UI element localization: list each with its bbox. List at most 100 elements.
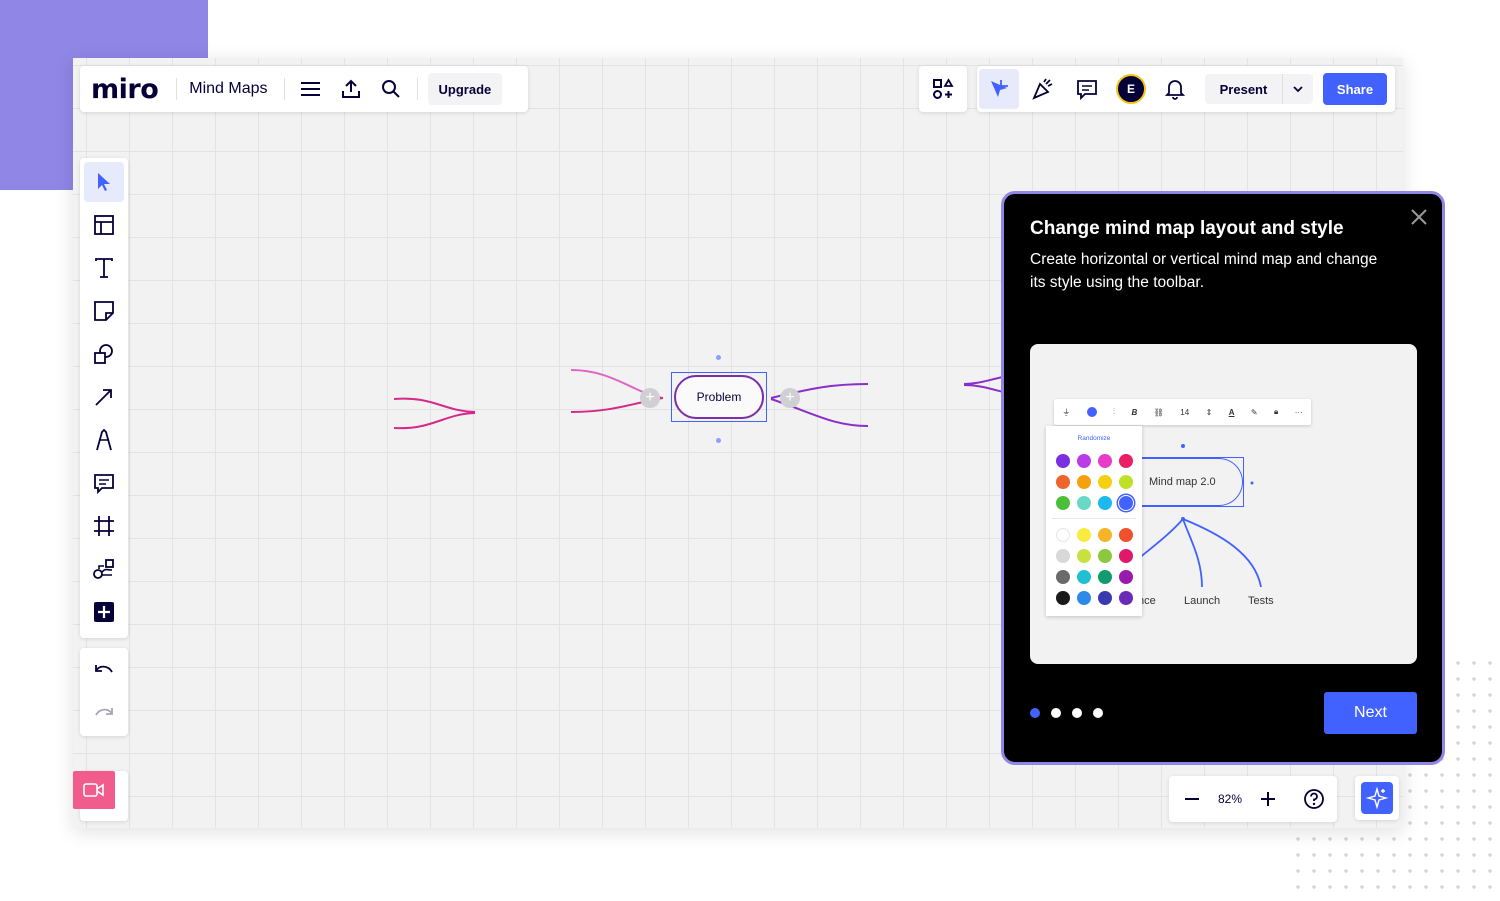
user-avatar-button[interactable]: E bbox=[1111, 69, 1151, 109]
comment-icon bbox=[94, 474, 114, 494]
pen-tool[interactable] bbox=[84, 420, 124, 460]
preview-image: ⏚ ⫶ B ⛓ 14 ⇕ A ✎ 🔒︎ ··· Mind map 2.0 nce… bbox=[1030, 344, 1417, 664]
sticky-note-icon bbox=[94, 301, 114, 321]
arrow-icon bbox=[95, 389, 112, 406]
shapes-tool[interactable] bbox=[84, 334, 124, 374]
menu-button[interactable] bbox=[291, 69, 331, 109]
color-swatch bbox=[1098, 475, 1112, 489]
color-swatch bbox=[1098, 454, 1112, 468]
node-label: Problem bbox=[674, 375, 764, 419]
present-button[interactable]: Present bbox=[1205, 74, 1313, 104]
color-swatch bbox=[1077, 591, 1091, 605]
divider bbox=[176, 78, 178, 100]
color-swatch bbox=[1119, 570, 1133, 584]
avatar: E bbox=[1116, 74, 1146, 104]
video-camera-icon bbox=[83, 783, 104, 797]
redo-button[interactable] bbox=[84, 693, 124, 733]
hamburger-icon bbox=[300, 82, 320, 96]
color-swatch bbox=[1077, 528, 1091, 542]
celebrate-button[interactable] bbox=[1023, 69, 1063, 109]
color-swatch bbox=[1119, 454, 1133, 468]
apps-icon bbox=[933, 78, 954, 99]
more-tools-button[interactable] bbox=[84, 592, 124, 632]
node-handle-top[interactable] bbox=[716, 355, 721, 360]
search-button[interactable] bbox=[371, 69, 411, 109]
plus-square-icon bbox=[94, 602, 114, 622]
color-swatch bbox=[1056, 549, 1070, 563]
mind-map-icon bbox=[93, 559, 114, 579]
step-indicator bbox=[1030, 708, 1103, 718]
palette-divider bbox=[1052, 518, 1136, 519]
close-button[interactable] bbox=[1410, 208, 1428, 231]
node-handle-bottom[interactable] bbox=[716, 438, 721, 443]
upload-icon bbox=[341, 79, 360, 98]
left-toolbar bbox=[80, 158, 128, 638]
zoom-level[interactable]: 82% bbox=[1218, 792, 1242, 806]
color-swatch bbox=[1098, 549, 1112, 563]
preview-child-label: Launch bbox=[1184, 595, 1221, 607]
zoom-toolbar: 82% bbox=[1169, 776, 1337, 822]
sticky-note-tool[interactable] bbox=[84, 291, 124, 331]
comment-icon bbox=[1077, 80, 1097, 100]
board-name[interactable]: Mind Maps bbox=[189, 80, 267, 98]
text-tool[interactable] bbox=[84, 248, 124, 288]
color-swatch bbox=[1098, 528, 1112, 542]
video-call-button[interactable] bbox=[73, 771, 115, 809]
preview-child-label: Tests bbox=[1248, 595, 1274, 607]
help-button[interactable] bbox=[1294, 779, 1334, 819]
top-right-toolbar: E Present Share bbox=[977, 66, 1395, 112]
color-swatch bbox=[1077, 570, 1091, 584]
mind-map-node[interactable]: Problem bbox=[671, 372, 767, 422]
bell-icon bbox=[1165, 80, 1185, 100]
color-swatch bbox=[1098, 591, 1112, 605]
undo-button[interactable] bbox=[84, 650, 124, 690]
step-dot-active[interactable] bbox=[1030, 708, 1040, 718]
top-left-toolbar: miro Mind Maps Upgrade bbox=[80, 66, 528, 112]
collaboration-cursor-button[interactable] bbox=[979, 69, 1019, 109]
preview-node-label: Mind map 2.0 bbox=[1137, 458, 1243, 506]
chevron-down-icon bbox=[1293, 85, 1303, 92]
select-tool[interactable] bbox=[84, 162, 124, 202]
color-swatch bbox=[1056, 528, 1070, 542]
ai-assist-button[interactable] bbox=[1361, 782, 1393, 814]
sparkle-icon bbox=[1366, 787, 1388, 809]
add-branch-right-button[interactable]: + bbox=[780, 388, 800, 408]
minus-icon bbox=[1184, 798, 1199, 800]
apps-button[interactable] bbox=[919, 66, 967, 112]
color-swatch bbox=[1077, 475, 1091, 489]
templates-tool[interactable] bbox=[84, 205, 124, 245]
pen-icon bbox=[96, 428, 112, 451]
frame-icon bbox=[94, 516, 114, 536]
undo-icon bbox=[95, 665, 113, 673]
next-button[interactable]: Next bbox=[1324, 692, 1417, 734]
step-dot[interactable] bbox=[1093, 708, 1103, 718]
mind-map-tool[interactable] bbox=[84, 549, 124, 589]
miro-logo[interactable]: miro bbox=[91, 74, 159, 105]
divider bbox=[283, 78, 285, 100]
color-swatch bbox=[1119, 528, 1133, 542]
step-dot[interactable] bbox=[1072, 708, 1082, 718]
onboarding-dialog: Change mind map layout and style Create … bbox=[1001, 191, 1445, 765]
notifications-button[interactable] bbox=[1155, 69, 1195, 109]
frame-tool[interactable] bbox=[84, 506, 124, 546]
add-branch-left-button[interactable]: + bbox=[640, 388, 660, 408]
step-dot[interactable] bbox=[1051, 708, 1061, 718]
redo-icon bbox=[95, 708, 113, 716]
color-swatch bbox=[1098, 570, 1112, 584]
party-popper-icon bbox=[1032, 78, 1053, 100]
connection-line-tool[interactable] bbox=[84, 377, 124, 417]
present-options-toggle[interactable] bbox=[1282, 74, 1313, 104]
color-swatch bbox=[1056, 570, 1070, 584]
upgrade-button[interactable]: Upgrade bbox=[427, 73, 503, 105]
template-icon bbox=[94, 215, 114, 235]
zoom-in-button[interactable] bbox=[1248, 779, 1288, 819]
dialog-title: Change mind map layout and style bbox=[1030, 218, 1344, 239]
comment-tool[interactable] bbox=[84, 463, 124, 503]
palette-title: Randomize bbox=[1077, 435, 1111, 442]
comments-button[interactable] bbox=[1067, 69, 1107, 109]
text-icon bbox=[95, 258, 113, 278]
export-button[interactable] bbox=[331, 69, 371, 109]
zoom-out-button[interactable] bbox=[1172, 779, 1212, 819]
share-button[interactable]: Share bbox=[1323, 73, 1387, 105]
color-swatch bbox=[1098, 496, 1112, 510]
